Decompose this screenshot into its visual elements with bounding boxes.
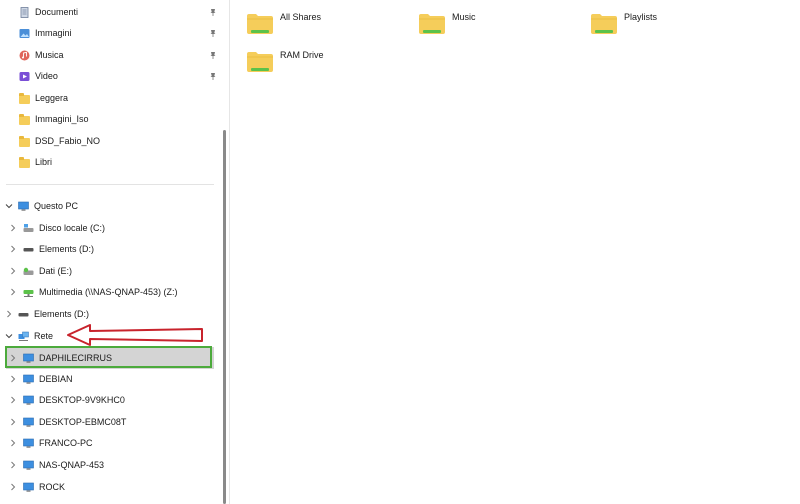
nav-item-label: Immagini_Iso: [35, 114, 89, 124]
nav-item-immagini[interactable]: Immagini: [19, 23, 72, 43]
chevron-right-icon[interactable]: [8, 461, 17, 470]
nav-item-label: Dati (E:): [39, 266, 73, 276]
pin-icon[interactable]: [209, 29, 217, 37]
chevron-right-icon[interactable]: [8, 267, 17, 276]
computer-icon: [23, 460, 34, 471]
nav-item-desktop-ebmc08t[interactable]: DESKTOP-EBMC08T: [8, 412, 126, 432]
network-icon: [18, 331, 29, 342]
nav-item-label: ROCK: [39, 482, 66, 492]
nav-item-label: Elements (D:): [34, 309, 90, 319]
usb-drive-icon: [18, 309, 29, 320]
shared-folder-icon: [590, 11, 618, 35]
nav-item-label: DEBIAN: [39, 374, 73, 384]
nav-item-rete[interactable]: Rete: [4, 326, 53, 346]
computer-icon: [23, 374, 34, 385]
share-label: All Shares: [280, 12, 322, 22]
chevron-down-icon[interactable]: [4, 332, 13, 341]
nav-item-label: Questo PC: [34, 201, 79, 211]
computer-icon: [23, 438, 34, 449]
annotation-highlight-box: [5, 346, 212, 368]
share-label: RAM Drive: [280, 50, 324, 60]
chevron-right-icon[interactable]: [8, 418, 17, 427]
computer-icon: [18, 201, 29, 212]
shared-folder-icon: [246, 11, 274, 35]
computer-icon: [23, 482, 34, 493]
nav-item-nas-qnap-453[interactable]: NAS-QNAP-453: [8, 455, 104, 475]
folder-icon: [19, 156, 30, 168]
nav-item-disco-locale-c[interactable]: Disco locale (C:): [8, 218, 105, 238]
nav-item-questo-pc[interactable]: Questo PC: [4, 196, 78, 216]
chevron-down-icon[interactable]: [4, 202, 13, 211]
nav-item-label: NAS-QNAP-453: [39, 460, 105, 470]
pictures-icon: [19, 28, 30, 39]
folder-icon: [19, 92, 30, 104]
nav-scrollbar[interactable]: [223, 130, 226, 504]
nav-item-label: Libri: [35, 157, 53, 167]
nav-item-immagini-iso[interactable]: Immagini_Iso: [19, 109, 89, 129]
nav-item-label: Immagini: [35, 28, 72, 38]
share-ram-drive[interactable]: RAM Drive: [246, 49, 324, 73]
computer-icon: [23, 395, 34, 406]
navigation-pane: Documenti Immagini Musica Video Leggera …: [0, 0, 230, 504]
drive-icon: [23, 266, 34, 277]
chevron-right-icon[interactable]: [8, 483, 17, 492]
nav-item-dsd-fabio-no[interactable]: DSD_Fabio_NO: [19, 131, 100, 151]
nav-item-elements-d[interactable]: Elements (D:): [8, 239, 94, 259]
chevron-right-icon[interactable]: [8, 288, 17, 297]
chevron-right-icon[interactable]: [8, 245, 17, 254]
nav-item-label: Documenti: [35, 7, 79, 17]
nav-item-documenti[interactable]: Documenti: [19, 2, 78, 22]
chevron-right-icon[interactable]: [8, 396, 17, 405]
shared-folder-icon: [418, 11, 446, 35]
usb-drive-icon: [23, 244, 34, 255]
chevron-right-icon[interactable]: [8, 375, 17, 384]
nav-separator: [6, 184, 214, 185]
video-icon: [19, 71, 30, 82]
nav-item-desktop-9v9khc0[interactable]: DESKTOP-9V9KHC0: [8, 390, 125, 410]
nav-item-musica[interactable]: Musica: [19, 45, 64, 65]
pin-icon[interactable]: [209, 8, 217, 16]
nav-item-label: FRANCO-PC: [39, 438, 93, 448]
music-icon: [19, 50, 30, 61]
shared-folder-icon: [246, 49, 274, 73]
nav-item-label: Multimedia (\\NAS-QNAP-453) (Z:): [39, 287, 178, 297]
nav-item-label: DESKTOP-EBMC08T: [39, 417, 127, 427]
chevron-right-icon[interactable]: [8, 439, 17, 448]
content-pane: All Shares Music Playlists RAM Drive: [230, 0, 800, 504]
nav-item-video[interactable]: Video: [19, 66, 58, 86]
nav-item-libri[interactable]: Libri: [19, 152, 52, 172]
network-drive-icon: [23, 287, 34, 298]
share-label: Playlists: [624, 12, 658, 22]
nav-item-elements-d-root[interactable]: Elements (D:): [4, 304, 89, 324]
folder-icon: [19, 113, 30, 125]
nav-item-label: Disco locale (C:): [39, 223, 106, 233]
folder-icon: [19, 135, 30, 147]
chevron-right-icon[interactable]: [8, 224, 17, 233]
share-all-shares[interactable]: All Shares: [246, 11, 321, 35]
document-icon: [19, 6, 30, 18]
chevron-right-icon[interactable]: [4, 310, 13, 319]
nav-item-label: Rete: [34, 331, 54, 341]
nav-item-label: DSD_Fabio_NO: [35, 136, 101, 146]
nav-item-leggera[interactable]: Leggera: [19, 88, 68, 108]
nav-item-label: Elements (D:): [39, 244, 95, 254]
pin-icon[interactable]: [209, 72, 217, 80]
share-playlists[interactable]: Playlists: [590, 11, 657, 35]
nav-item-debian[interactable]: DEBIAN: [8, 369, 73, 389]
share-music[interactable]: Music: [418, 11, 476, 35]
annotation-arrow-icon: [67, 324, 203, 346]
nav-item-label: Video: [35, 71, 58, 81]
nav-item-rock[interactable]: ROCK: [8, 477, 65, 497]
nav-item-multimedia-z[interactable]: Multimedia (\\NAS-QNAP-453) (Z:): [8, 282, 178, 302]
nav-item-label: Musica: [35, 50, 64, 60]
share-label: Music: [452, 12, 476, 22]
computer-icon: [23, 417, 34, 428]
pin-icon[interactable]: [209, 51, 217, 59]
nav-item-franco-pc[interactable]: FRANCO-PC: [8, 433, 93, 453]
nav-item-dati-e[interactable]: Dati (E:): [8, 261, 72, 281]
nav-item-label: Leggera: [35, 93, 69, 103]
nav-item-label: DESKTOP-9V9KHC0: [39, 395, 125, 405]
local-disk-icon: [23, 223, 34, 234]
